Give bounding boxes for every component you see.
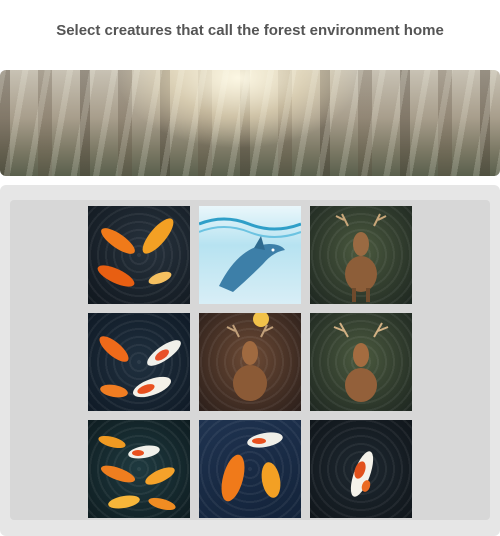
koi-fish-icon: [98, 435, 176, 511]
koi-fish-icon: [99, 336, 181, 398]
deer-icon: [226, 313, 274, 401]
captcha-prompt: Select creatures that call the forest en…: [56, 22, 444, 39]
image-tile-1[interactable]: [88, 206, 190, 304]
deer-icon: [335, 213, 387, 302]
koi-fish-icon: [221, 432, 283, 502]
image-tile-7[interactable]: [88, 420, 190, 518]
koi-fish-icon: [350, 451, 374, 497]
image-tile-3[interactable]: [310, 206, 412, 304]
dolphin-icon: [199, 217, 301, 292]
koi-fish-icon: [97, 218, 174, 287]
image-tile-8[interactable]: [199, 420, 301, 518]
deer-icon: [333, 322, 389, 402]
image-tile-5[interactable]: [199, 313, 301, 411]
forest-banner-image: [0, 70, 500, 176]
image-tile-2[interactable]: [199, 206, 301, 304]
captcha-panel: [0, 185, 500, 536]
image-tile-9[interactable]: [310, 420, 412, 518]
image-tile-4[interactable]: [88, 313, 190, 411]
image-grid: [10, 200, 490, 520]
image-tile-6[interactable]: [310, 313, 412, 411]
sun-rays: [0, 70, 500, 176]
